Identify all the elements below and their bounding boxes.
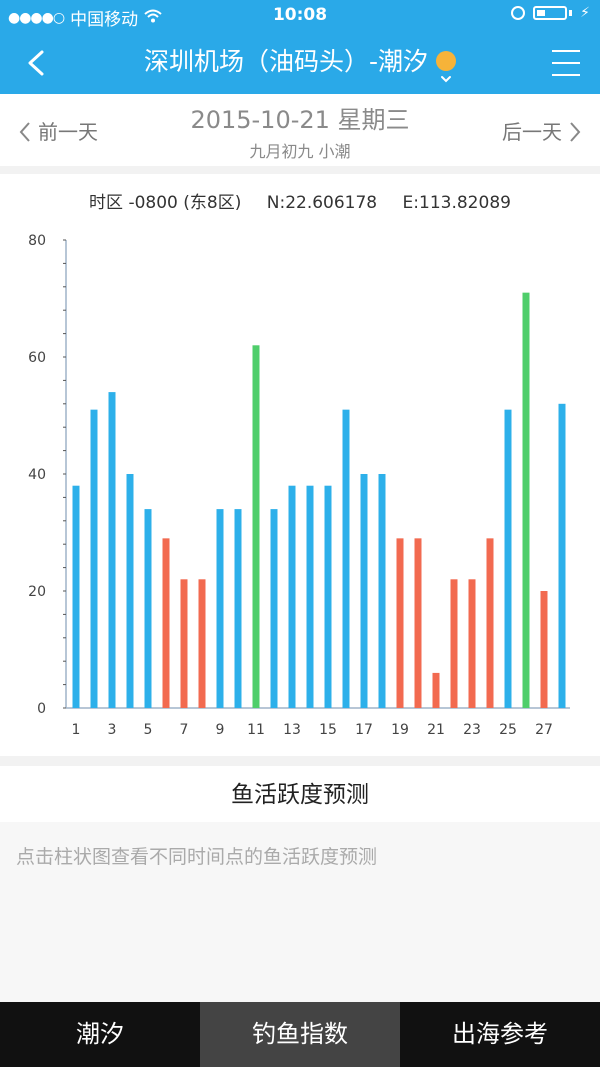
status-bar: ●●●●○ 中国移动 10:08 ⚡ <box>0 0 600 32</box>
x-tick-label: 13 <box>283 722 301 738</box>
page-title-container: 深圳机场（油码头）-潮汐 <box>0 32 600 94</box>
x-tick-label: 19 <box>391 722 409 738</box>
status-time: 10:08 <box>272 5 328 25</box>
bar-chart[interactable]: 0204060801 3 5 7 9 11 13 15 17 19 21 23 25 27 <box>0 174 600 756</box>
x-tick-label: 7 <box>180 722 189 738</box>
chart-bar[interactable] <box>558 403 566 708</box>
longitude-text: E:113.82089 <box>402 193 511 213</box>
chart-bar[interactable] <box>108 392 116 708</box>
y-tick-label: 20 <box>28 584 46 600</box>
rotation-lock-icon <box>511 6 526 20</box>
chevron-right-icon <box>570 122 581 142</box>
x-tick-label: 3 <box>108 722 117 738</box>
chart-bar[interactable] <box>234 509 242 708</box>
chart-bar[interactable] <box>198 579 206 708</box>
x-tick-label: 5 <box>144 722 153 738</box>
chart-bar[interactable] <box>414 538 422 708</box>
battery-icon <box>533 6 568 20</box>
y-tick-label: 60 <box>28 350 46 366</box>
chart-bar[interactable] <box>72 485 80 708</box>
tab-bar: 潮汐 钓鱼指数 出海参考 <box>0 1002 600 1067</box>
y-tick-label: 0 <box>37 701 46 717</box>
chart-bar[interactable] <box>432 672 440 708</box>
chevron-down-icon[interactable] <box>436 51 457 83</box>
chart-bar[interactable] <box>288 485 296 708</box>
menu-icon[interactable] <box>552 50 580 76</box>
x-tick-label: 25 <box>499 722 517 738</box>
chart-bar[interactable] <box>468 579 476 708</box>
chart-bar[interactable] <box>252 345 260 708</box>
chart-bar[interactable] <box>486 538 494 708</box>
chart-bar[interactable] <box>504 409 512 708</box>
x-tick-label: 27 <box>535 722 553 738</box>
page-title: 深圳机场（油码头）-潮汐 <box>143 47 429 76</box>
charging-icon: ⚡ <box>580 5 590 21</box>
timezone-text: 时区 -0800 (东8区) <box>89 193 242 213</box>
chart-bar[interactable] <box>378 474 386 708</box>
chart-bar[interactable] <box>450 579 458 708</box>
chart-bar[interactable] <box>180 579 188 708</box>
x-tick-label: 1 <box>72 722 81 738</box>
section-title: 鱼活跃度预测 <box>0 766 600 822</box>
next-day-button[interactable]: 后一天 <box>502 116 582 145</box>
chart-bar[interactable] <box>360 474 368 708</box>
chart-bar[interactable] <box>126 474 134 708</box>
next-day-label: 后一天 <box>502 120 562 144</box>
nav-bar: 深圳机场（油码头）-潮汐 <box>0 32 600 94</box>
status-right: ⚡ <box>511 5 590 21</box>
chart-bar[interactable] <box>522 292 530 708</box>
chart-bar[interactable] <box>216 509 224 708</box>
chart-bar[interactable] <box>396 538 404 708</box>
hint-text: 点击柱状图查看不同时间点的鱼活跃度预测 <box>16 846 378 868</box>
chart-bar[interactable] <box>342 409 350 708</box>
x-tick-label: 21 <box>427 722 445 738</box>
hint-area: 点击柱状图查看不同时间点的鱼活跃度预测 <box>0 822 600 1002</box>
x-tick-label: 23 <box>463 722 481 738</box>
chart-bar[interactable] <box>90 409 98 708</box>
x-tick-label: 11 <box>247 722 265 738</box>
tab-sea-reference[interactable]: 出海参考 <box>400 1002 600 1067</box>
battery-tip-icon <box>569 10 573 16</box>
y-tick-label: 40 <box>28 467 46 483</box>
y-tick-label: 80 <box>28 233 46 249</box>
chart-bar[interactable] <box>306 485 314 708</box>
chart-bar[interactable] <box>540 591 548 708</box>
chart-bar[interactable] <box>162 538 170 708</box>
location-info: 时区 -0800 (东8区) N:22.606178 E:113.82089 <box>0 188 600 213</box>
chart-bar[interactable] <box>324 485 332 708</box>
chart-bar[interactable] <box>144 509 152 708</box>
date-bar: 前一天 2015-10-21 星期三 九月初九 小潮 后一天 <box>0 94 600 166</box>
x-tick-label: 15 <box>319 722 337 738</box>
tab-tide[interactable]: 潮汐 <box>0 1002 200 1067</box>
x-tick-label: 17 <box>355 722 373 738</box>
chart-bar[interactable] <box>270 509 278 708</box>
x-tick-label: 9 <box>216 722 225 738</box>
tab-fishing-index[interactable]: 钓鱼指数 <box>200 1002 400 1067</box>
latitude-text: N:22.606178 <box>266 193 378 213</box>
chart-panel: 0 20 40 60 80 1 3 5 7 9 11 13 15 17 19 21 23 25 27 时区 -080… <box>0 174 600 756</box>
